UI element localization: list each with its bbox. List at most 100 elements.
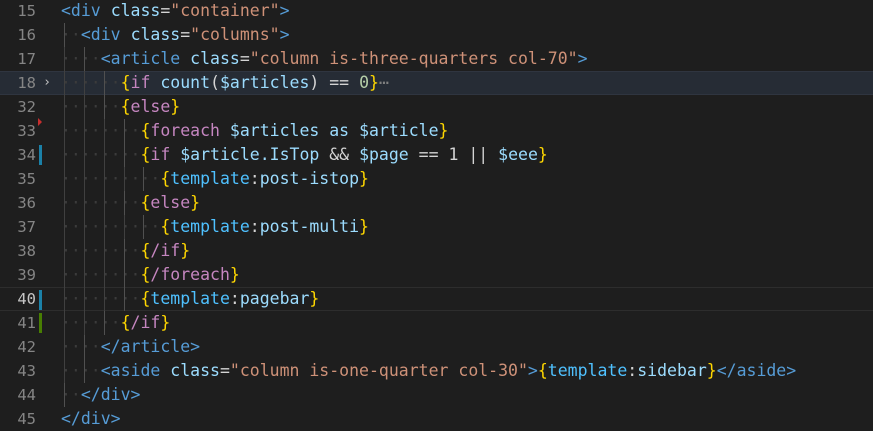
- indent-guide: [64, 335, 65, 359]
- line-number: 15: [17, 2, 36, 20]
- code-token: =: [160, 1, 171, 20]
- code-line[interactable]: 34 ········{if $article.IsTop && $page ==…: [0, 143, 873, 167]
- indent-guide: [123, 287, 125, 311]
- code-text[interactable]: ········{foreach $articles as $article}: [61, 119, 448, 143]
- code-line[interactable]: 45 </div>: [0, 407, 873, 431]
- indent-guide: [83, 47, 85, 71]
- indent-guide: [103, 71, 105, 95]
- diff-added-marker[interactable]: [39, 313, 42, 333]
- code-token: else: [150, 193, 191, 212]
- code-text[interactable]: ········{if $article.IsTop && $page == 1…: [61, 143, 548, 167]
- indent-guide: [64, 167, 65, 191]
- code-token: (: [210, 73, 220, 92]
- code-token: }: [229, 265, 240, 284]
- code-token: }: [180, 241, 191, 260]
- code-token: >: [786, 361, 797, 380]
- line-number: 18: [17, 74, 36, 92]
- code-token: }: [359, 217, 369, 236]
- whitespace-dots: ········: [61, 241, 141, 260]
- code-line[interactable]: 37 ··········{template:post-multi}: [0, 215, 873, 239]
- code-line[interactable]: 40 ········{template:pagebar}: [0, 287, 873, 311]
- indent-guide: [83, 95, 85, 119]
- code-line[interactable]: 32 ······{else}: [0, 95, 873, 119]
- indent-guide: [64, 383, 65, 407]
- code-text[interactable]: ··<div class="columns">: [61, 23, 290, 47]
- code-text[interactable]: ··········{template:post-istop}: [61, 167, 369, 191]
- code-line[interactable]: 36 ········{else}: [0, 191, 873, 215]
- code-token: {: [120, 313, 131, 332]
- code-line[interactable]: 42 ····</article>: [0, 335, 873, 359]
- code-text[interactable]: <div class="container">: [61, 0, 290, 23]
- indent-guide: [83, 311, 85, 335]
- code-token: count: [160, 73, 211, 92]
- code-token: 1: [448, 145, 459, 164]
- code-text[interactable]: ····<aside class="column is-one-quarter …: [61, 359, 796, 383]
- diff-modified-marker[interactable]: [39, 290, 42, 310]
- code-text[interactable]: ········{/if}: [61, 239, 190, 263]
- line-number: 40: [17, 290, 36, 308]
- code-token: </aside: [716, 361, 787, 380]
- code-text[interactable]: ······{/if}: [61, 311, 170, 335]
- code-line[interactable]: 18 › ······{if count($articles) == 0}⋯: [0, 71, 873, 95]
- code-line[interactable]: 43 ····<aside class="column is-one-quarte…: [0, 359, 873, 383]
- code-text[interactable]: ··</div>: [61, 383, 140, 407]
- code-token: <aside: [100, 361, 161, 380]
- line-number: 44: [17, 386, 36, 404]
- indent-guide: [64, 215, 65, 239]
- code-token: }: [170, 97, 181, 116]
- code-text[interactable]: ········{template:pagebar}: [61, 287, 319, 311]
- code-line[interactable]: 33 ········{foreach $articles as $article…: [0, 118, 873, 143]
- code-line[interactable]: 15 <div class="container">: [0, 0, 873, 23]
- indent-guide: [143, 215, 145, 239]
- indent-guide: [64, 263, 65, 287]
- line-number: 34: [17, 146, 36, 164]
- whitespace-dots: ··········: [61, 217, 161, 236]
- indent-guide: [83, 239, 85, 263]
- code-text[interactable]: ········{else}: [61, 191, 200, 215]
- code-token: {: [140, 265, 151, 284]
- folded-ellipsis-icon[interactable]: ⋯: [379, 73, 389, 92]
- code-token: if: [150, 145, 171, 164]
- code-line[interactable]: 44 ··</div>: [0, 383, 873, 407]
- whitespace-dots: ····: [61, 49, 101, 68]
- code-token: }: [190, 193, 201, 212]
- diff-deleted-marker[interactable]: [38, 118, 42, 126]
- code-line[interactable]: 38 ········{/if}: [0, 239, 873, 263]
- line-number: 38: [17, 242, 36, 260]
- code-token: }: [438, 121, 449, 140]
- code-text[interactable]: ····</article>: [61, 335, 200, 359]
- code-line[interactable]: 39 ········{/foreach}: [0, 263, 873, 287]
- code-text[interactable]: ······{if count($articles) == 0}⋯: [61, 71, 389, 95]
- code-line[interactable]: 41 ······{/if}: [0, 311, 873, 335]
- code-token: </article: [100, 337, 191, 356]
- code-token: <div: [80, 25, 121, 44]
- code-line[interactable]: 16 ··<div class="columns">: [0, 23, 873, 47]
- code-line[interactable]: 17 ····<article class="column is-three-qu…: [0, 47, 873, 71]
- code-text[interactable]: </div>: [61, 407, 121, 431]
- diff-modified-marker[interactable]: [39, 145, 42, 165]
- fold-chevron-icon[interactable]: ›: [42, 71, 52, 95]
- code-token: >: [527, 361, 538, 380]
- whitespace-dots: ········: [61, 289, 141, 308]
- code-token: /foreach: [150, 265, 230, 284]
- code-editor[interactable]: 15 <div class="container"> 16 ··<div class=…: [0, 0, 873, 431]
- whitespace-dots: ········: [61, 193, 141, 212]
- code-token: $eee: [498, 145, 538, 164]
- code-text[interactable]: ··········{template:post-multi}: [61, 215, 369, 239]
- code-token: class: [110, 1, 161, 20]
- code-line[interactable]: 35 ··········{template:post-istop}: [0, 167, 873, 191]
- whitespace-dots: ········: [61, 265, 141, 284]
- line-number: 32: [17, 98, 36, 116]
- code-text[interactable]: ········{/foreach}: [61, 263, 240, 287]
- code-text[interactable]: ······{else}: [61, 95, 180, 119]
- indent-guide: [103, 287, 105, 311]
- code-token: >: [190, 337, 201, 356]
- whitespace-dots: ········: [61, 121, 141, 140]
- code-text[interactable]: ····<article class="column is-three-quar…: [61, 47, 588, 71]
- code-token: }: [369, 73, 379, 92]
- code-token: </div: [61, 409, 111, 428]
